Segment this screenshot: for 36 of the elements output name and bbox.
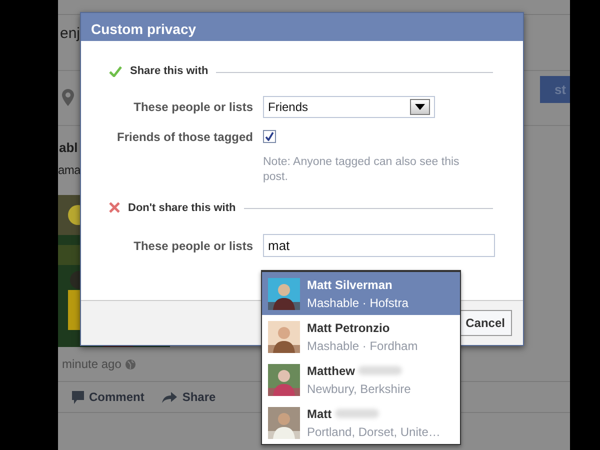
section-heading: Don't share this with bbox=[128, 200, 236, 216]
field-label: These people or lists bbox=[132, 238, 253, 255]
note-text: Note: Anyone tagged can also see this post. bbox=[263, 154, 460, 186]
section-heading: Share this with bbox=[130, 64, 208, 79]
person-detail: Portland, Dorset, Unite… bbox=[307, 424, 440, 440]
action-link[interactable]: Comment bbox=[89, 388, 144, 406]
person-name: Matt Petronzio bbox=[307, 320, 390, 336]
caret-icon bbox=[415, 104, 425, 110]
person-detail: Newbury, Berkshire bbox=[307, 380, 411, 398]
person-detail: Mashable · Fordham bbox=[307, 338, 418, 354]
field-label: Friends of those tagged bbox=[116, 128, 253, 146]
dialog-title: Custom privacy bbox=[81, 13, 523, 41]
speech-bubble-icon bbox=[72, 390, 84, 404]
post-text: ama bbox=[58, 162, 80, 179]
action-link[interactable]: Share bbox=[182, 388, 216, 406]
person-name: Matthew bbox=[307, 362, 355, 380]
cross-icon bbox=[109, 202, 120, 214]
audience-select[interactable]: Friends bbox=[263, 96, 435, 118]
suggestion-item[interactable]: Matthew Newbury, Berkshire bbox=[262, 358, 460, 401]
suggestion-item[interactable]: Matt Petronzio Mashable · Fordham bbox=[262, 315, 460, 358]
share-arrow-icon bbox=[162, 392, 178, 402]
post-text: enj bbox=[60, 24, 80, 44]
post-title: abl bbox=[59, 138, 78, 156]
check-icon bbox=[109, 66, 122, 77]
checkbox[interactable] bbox=[263, 130, 276, 143]
suggestion-item[interactable]: Matt Portland, Dorset, Unite… bbox=[262, 401, 460, 444]
person-name: Matt Silverman bbox=[307, 276, 392, 294]
globe-icon[interactable] bbox=[125, 358, 136, 370]
location-pin-icon[interactable] bbox=[62, 89, 74, 106]
cancel-button[interactable]: Cancel bbox=[458, 310, 512, 336]
suggestion-item[interactable]: Matt Silverman Mashable · Hofstra bbox=[262, 272, 460, 315]
field-label: These people or lists bbox=[132, 98, 253, 116]
people-input[interactable]: mat bbox=[263, 234, 495, 258]
person-name: Matt bbox=[307, 406, 332, 422]
person-detail: Mashable · Hofstra bbox=[307, 294, 408, 312]
post-time: minute ago bbox=[62, 356, 122, 373]
